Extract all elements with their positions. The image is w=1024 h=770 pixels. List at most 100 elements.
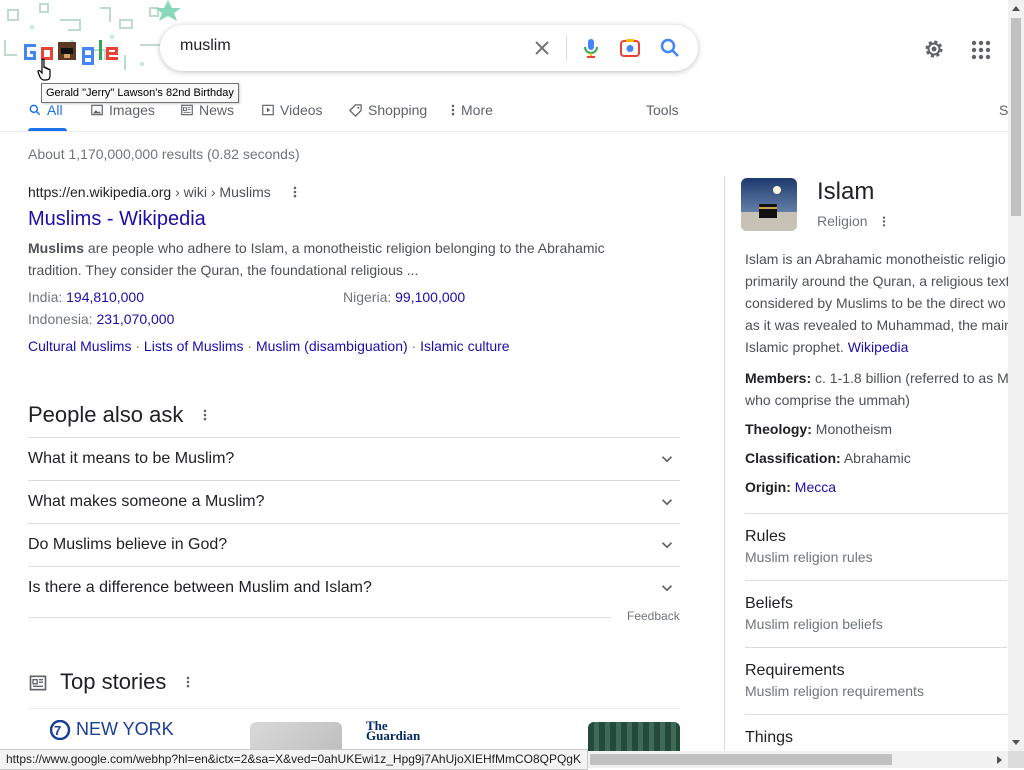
desc-line: as it was revealed to Muhammad, the main	[745, 317, 1012, 333]
tab-label: All	[47, 102, 63, 118]
fact-nigeria: Nigeria: 99,100,000	[343, 289, 465, 305]
fact-value-link[interactable]: 194,810,000	[66, 289, 144, 305]
origin-link[interactable]: Mecca	[795, 479, 836, 495]
fact-value: Monotheism	[811, 421, 893, 437]
guardian-line2: Guardian	[366, 728, 421, 743]
result-url-breadcrumb: › wiki › Muslims	[171, 184, 271, 200]
sitelink[interactable]: Islamic culture	[420, 338, 509, 354]
knowledge-panel-description: Islam is an Abrahamic monotheistic relig…	[745, 248, 1015, 358]
search-input[interactable]	[180, 37, 520, 55]
scrollbar-corner	[1008, 751, 1024, 768]
result-url[interactable]: https://en.wikipedia.org › wiki › Muslim…	[28, 184, 271, 200]
section-title: Requirements	[745, 662, 845, 679]
search-box	[160, 25, 698, 71]
paa-menu-icon[interactable]	[202, 408, 208, 422]
kp-section-things[interactable]: Things	[745, 729, 1007, 747]
fact-label: Origin:	[745, 479, 791, 495]
tab-videos[interactable]: Videos	[261, 101, 323, 119]
camera-lens-icon[interactable]	[618, 36, 642, 60]
story-source-guardian[interactable]: The Guardian	[366, 719, 421, 743]
search-icon	[29, 104, 41, 116]
paa-divider	[28, 617, 611, 618]
desc-line: Islamic prophet.	[745, 339, 848, 355]
section-title: Things	[745, 729, 794, 746]
top-stories-menu-icon[interactable]	[185, 675, 191, 689]
sitelink[interactable]: Lists of Muslims	[144, 338, 244, 354]
kp-fact-theology: Theology: Monotheism	[745, 418, 1015, 440]
horizontal-scroll-thumb[interactable]	[590, 754, 892, 765]
feedback-link[interactable]: Feedback	[627, 609, 680, 623]
paa-question[interactable]: What it means to be Muslim?	[28, 437, 680, 480]
paa-title: People also ask	[28, 402, 184, 427]
chevron-down-icon	[661, 542, 673, 549]
paa-question-text: What makes someone a Muslim?	[28, 493, 265, 510]
story-thumbnail[interactable]	[588, 722, 680, 752]
tab-shopping[interactable]: Shopping	[348, 101, 427, 119]
section-subtitle: Muslim religion requirements	[745, 683, 924, 699]
tools-button[interactable]: Tools	[646, 101, 679, 119]
scroll-down-arrow-icon[interactable]	[1011, 739, 1021, 747]
wikipedia-link[interactable]: Wikipedia	[848, 339, 909, 355]
tab-label: Shopping	[368, 102, 428, 118]
scroll-right-arrow-icon[interactable]	[995, 755, 1003, 765]
sitelink[interactable]: Cultural Muslims	[28, 338, 131, 354]
partial-tab-label[interactable]: S	[999, 101, 1008, 119]
tab-label: More	[461, 102, 493, 118]
result-menu-icon[interactable]	[292, 185, 298, 199]
top-stories-divider	[28, 708, 680, 709]
search-icon[interactable]	[658, 36, 682, 60]
kp-fact-classification: Classification: Abrahamic	[745, 447, 1015, 469]
fact-value-link[interactable]: 231,070,000	[97, 311, 175, 327]
section-subtitle: Muslim religion beliefs	[745, 616, 883, 632]
knowledge-panel-image[interactable]	[741, 178, 797, 231]
scroll-up-arrow-icon[interactable]	[1011, 4, 1021, 12]
apps-grid-icon[interactable]	[970, 39, 992, 61]
svg-text:7: 7	[54, 723, 61, 738]
kp-divider	[745, 580, 1007, 581]
result-title-link[interactable]: Muslims - Wikipedia	[28, 208, 206, 231]
more-vert-icon	[451, 104, 455, 116]
settings-gear-icon[interactable]	[922, 37, 946, 61]
tab-label: News	[199, 102, 235, 118]
microphone-icon[interactable]	[579, 36, 603, 60]
paa-question[interactable]: What makes someone a Muslim?	[28, 480, 680, 523]
knowledge-panel-title: Islam	[817, 178, 875, 205]
fact-value-link[interactable]: 99,100,000	[395, 289, 465, 305]
paa-question-text: What it means to be Muslim?	[28, 450, 235, 467]
sitelink[interactable]: Muslim (disambiguation)	[256, 338, 408, 354]
status-bar-url: https://www.google.com/webhp?hl=en&ictx=…	[0, 749, 588, 770]
image-icon	[91, 104, 103, 116]
tools-label: Tools	[646, 102, 679, 118]
tab-more[interactable]: More	[450, 101, 493, 119]
kp-section-rules[interactable]: Rules Muslim religion rules	[745, 528, 1007, 565]
tab-all[interactable]: All	[28, 101, 63, 119]
snippet-text: are people who adhere to Islam, a monoth…	[28, 240, 605, 278]
fact-india: India: 194,810,000	[28, 289, 144, 305]
chevron-down-icon	[661, 585, 673, 592]
paa-question[interactable]: Is there a difference between Muslim and…	[28, 566, 680, 609]
kaaba-photo	[741, 178, 797, 231]
tab-images[interactable]: Images	[90, 101, 155, 119]
paa-question[interactable]: Do Muslims believe in God?	[28, 523, 680, 566]
kp-divider	[745, 647, 1007, 648]
kp-section-beliefs[interactable]: Beliefs Muslim religion beliefs	[745, 595, 1007, 632]
kp-divider	[745, 714, 1007, 715]
desc-line: considered by Muslims to be the direct w…	[745, 295, 1006, 311]
tab-label: Images	[109, 102, 155, 118]
fact-label: Theology:	[745, 421, 812, 437]
chevron-down-icon	[661, 456, 673, 463]
news-icon	[29, 675, 47, 691]
desc-line: Islam is an Abrahamic monotheistic relig…	[745, 251, 1006, 267]
knowledge-panel-menu-icon[interactable]	[881, 215, 887, 228]
story-thumbnail[interactable]	[250, 722, 342, 752]
kp-divider	[745, 513, 1007, 514]
clear-icon[interactable]	[530, 36, 554, 60]
tab-news[interactable]: News	[180, 101, 234, 119]
kp-section-requirements[interactable]: Requirements Muslim religion requirement…	[745, 662, 1007, 699]
vertical-scroll-thumb[interactable]	[1011, 18, 1021, 216]
kp-fact-origin: Origin: Mecca	[745, 476, 1015, 498]
result-snippet: Muslims are people who adhere to Islam, …	[28, 237, 618, 281]
story-source-abc7[interactable]: 7 NEW YORK	[50, 719, 174, 740]
doodle-tooltip: Gerald "Jerry" Lawson's 82nd Birthday	[41, 83, 239, 103]
sitelink-separator: ·	[243, 338, 256, 354]
